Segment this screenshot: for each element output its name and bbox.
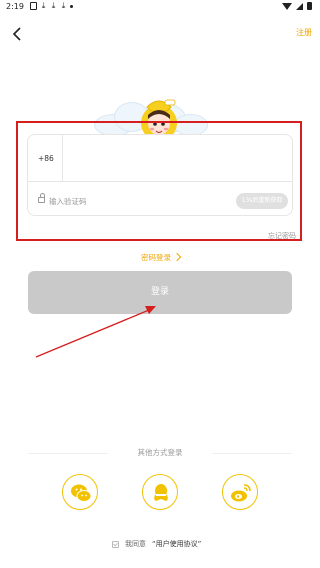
divider-line — [212, 453, 292, 454]
agreement-row: 我同意 “用户使用协议” — [112, 539, 201, 549]
agreement-prefix: 我同意 — [125, 540, 146, 548]
wechat-login-button[interactable] — [62, 474, 98, 510]
wechat-icon — [71, 484, 92, 502]
qq-login-button[interactable] — [142, 474, 178, 510]
user-agreement-link[interactable]: “用户使用协议” — [152, 539, 201, 549]
other-login-divider: 其他方式登录 — [28, 447, 292, 459]
weibo-login-button[interactable] — [222, 474, 258, 510]
weibo-icon — [231, 484, 251, 502]
qq-icon — [154, 484, 168, 501]
agreement-checkbox[interactable] — [112, 540, 119, 548]
